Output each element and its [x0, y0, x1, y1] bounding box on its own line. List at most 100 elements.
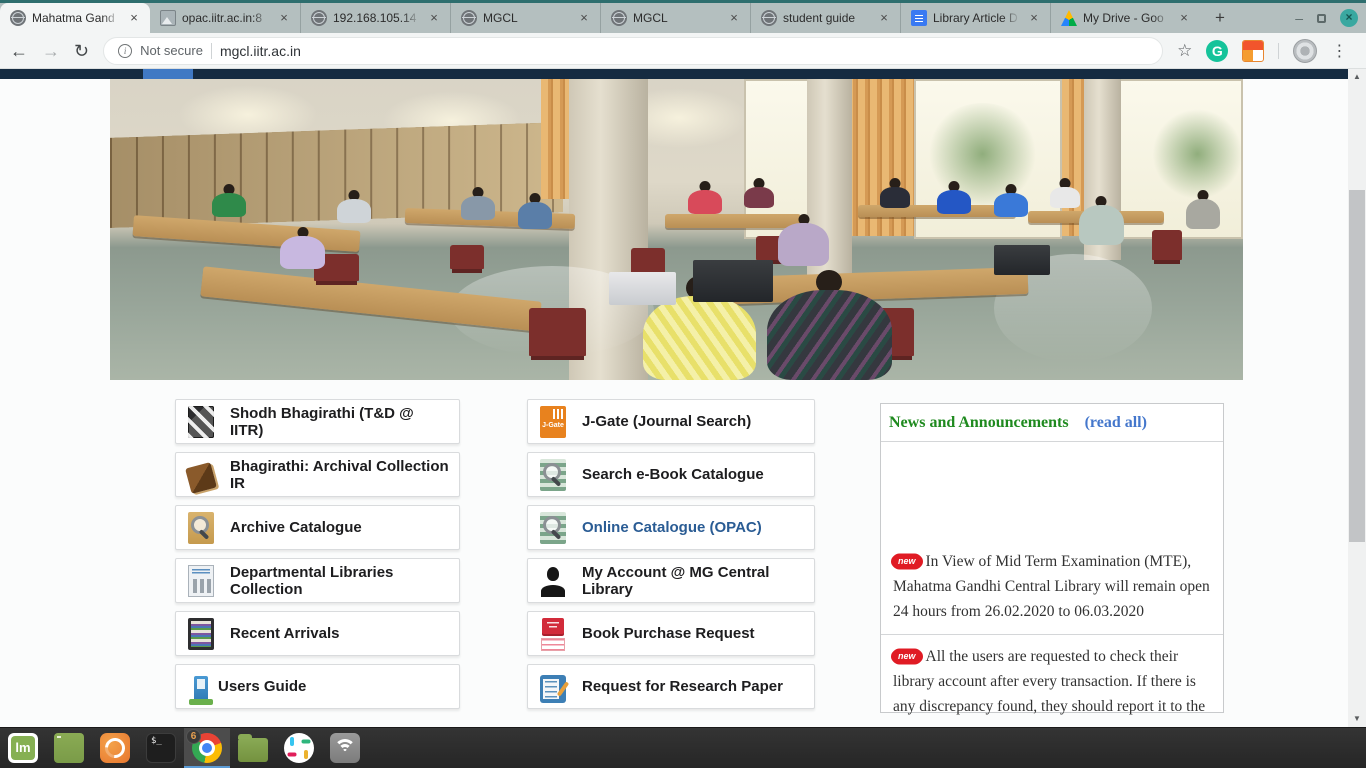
link-archive-catalogue[interactable]: Archive Catalogue [175, 505, 460, 550]
news-panel: News and Announcements (read all) newIn … [880, 403, 1224, 713]
link-label: Archive Catalogue [230, 519, 362, 536]
google-drive-favicon [1061, 10, 1077, 26]
person-figure [280, 236, 325, 269]
library-photo [110, 79, 1243, 380]
tab-close-icon[interactable]: × [276, 10, 292, 26]
bookmark-star-icon[interactable]: ☆ [1177, 41, 1192, 61]
link-ebook-catalogue[interactable]: Search e-Book Catalogue [527, 452, 815, 497]
link-users-guide[interactable]: Users Guide [175, 664, 460, 709]
link-label: Departmental Libraries Collection [230, 564, 449, 598]
guide-standee-icon [194, 676, 208, 702]
laptop [609, 272, 677, 305]
browser-address-bar: ← → ↻ i Not secure mgcl.iitr.ac.in ☆ G ⋮ [0, 33, 1366, 69]
site-info-icon[interactable]: i [118, 44, 132, 58]
taskbar: 6 [0, 727, 1366, 768]
person-figure [880, 187, 909, 208]
tab-title: MGCL [633, 11, 720, 25]
bookshelf-icon [188, 618, 214, 650]
laptop [994, 245, 1051, 275]
link-label: My Account @ MG Central Library [582, 564, 804, 598]
tab-my-drive[interactable]: My Drive - Goo × [1050, 3, 1200, 33]
grammarly-extension-icon[interactable]: G [1206, 40, 1228, 62]
link-label: J-Gate (Journal Search) [582, 413, 751, 430]
reload-button[interactable]: ↻ [74, 42, 89, 60]
link-departmental-libraries[interactable]: Departmental Libraries Collection [175, 558, 460, 603]
person-figure [461, 196, 495, 220]
tab-mgcl-2[interactable]: MGCL × [600, 3, 750, 33]
webpage-viewport: Shodh Bhagirathi (T&D @ IITR) Bhagirathi… [0, 69, 1348, 727]
tab-close-icon[interactable]: × [1026, 10, 1042, 26]
taskbar-launchers: 6 [0, 728, 368, 768]
tab-title: 192.168.105.14 [333, 11, 420, 25]
link-archival-collection[interactable]: Bhagirathi: Archival Collection IR [175, 452, 460, 497]
google-docs-favicon [911, 10, 927, 26]
link-my-account[interactable]: My Account @ MG Central Library [527, 558, 815, 603]
link-book-purchase[interactable]: Book Purchase Request [527, 611, 815, 656]
slack-launcher[interactable] [276, 728, 322, 768]
tab-mahatma-gandhi[interactable]: Mahatma Gand × [0, 3, 150, 33]
link-opac[interactable]: Online Catalogue (OPAC) [527, 505, 815, 550]
person-figure [688, 190, 722, 214]
firefox-launcher[interactable] [92, 728, 138, 768]
tab-mgcl-1[interactable]: MGCL × [450, 3, 600, 33]
tab-ip-address[interactable]: 192.168.105.14 × [300, 3, 450, 33]
person-figure [1186, 199, 1220, 229]
tab-close-icon[interactable]: × [1176, 10, 1192, 26]
news-spacer [881, 442, 1223, 540]
tab-close-icon[interactable]: × [126, 10, 142, 26]
read-all-link[interactable]: (read all) [1085, 414, 1147, 432]
file-manager-launcher[interactable] [230, 728, 276, 768]
profile-avatar[interactable] [1293, 39, 1317, 63]
chair [529, 308, 586, 356]
tab-close-icon[interactable]: × [576, 10, 592, 26]
person-figure [778, 223, 829, 265]
window-controls: – × [1295, 9, 1358, 27]
link-recent-arrivals[interactable]: Recent Arrivals [175, 611, 460, 656]
mint-menu-button[interactable] [0, 728, 46, 768]
news-header: News and Announcements (read all) [881, 404, 1223, 442]
department-building-icon [188, 565, 214, 597]
scroll-down-arrow[interactable]: ▼ [1348, 711, 1366, 727]
tab-student-guide[interactable]: student guide × [750, 3, 900, 33]
link-label: Bhagirathi: Archival Collection IR [230, 458, 449, 492]
scrollbar-thumb[interactable] [1349, 190, 1365, 542]
link-research-paper[interactable]: Request for Research Paper [527, 664, 815, 709]
orange-extension-icon[interactable] [1242, 40, 1264, 62]
person-silhouette-icon [540, 565, 566, 597]
chrome-window-button[interactable]: 6 [184, 728, 230, 768]
person-figure [1079, 205, 1124, 244]
link-jgate[interactable]: J-Gate J-Gate (Journal Search) [527, 399, 815, 444]
url-text[interactable]: mgcl.iitr.ac.in [220, 43, 301, 59]
chrome-menu-icon[interactable]: ⋮ [1331, 41, 1347, 61]
tab-close-icon[interactable]: × [726, 10, 742, 26]
site-nav-active-item[interactable] [143, 69, 193, 79]
close-window-button[interactable]: × [1340, 9, 1358, 27]
person-figure [937, 190, 971, 214]
tab-library-article[interactable]: Library Article D × [900, 3, 1050, 33]
news-text: All the users are requested to check the… [893, 648, 1205, 715]
minimize-button[interactable]: – [1295, 9, 1303, 27]
archival-book-icon [185, 462, 217, 494]
globe-favicon [311, 10, 327, 26]
link-label: Online Catalogue (OPAC) [582, 519, 762, 536]
back-button[interactable]: ← [10, 42, 28, 60]
forward-button[interactable]: → [42, 42, 60, 60]
tab-close-icon[interactable]: × [876, 10, 892, 26]
new-tab-button[interactable]: + [1206, 5, 1234, 33]
page-scrollbar[interactable]: ▲ ▼ [1348, 69, 1366, 727]
link-shodh-bhagirathi[interactable]: Shodh Bhagirathi (T&D @ IITR) [175, 399, 460, 444]
network-tool-launcher[interactable] [322, 728, 368, 768]
terminal-launcher[interactable] [138, 728, 184, 768]
show-desktop-button[interactable] [46, 728, 92, 768]
restore-button[interactable] [1317, 14, 1326, 23]
link-label: Search e-Book Catalogue [582, 466, 764, 483]
globe-favicon [761, 10, 777, 26]
tab-opac[interactable]: opac.iitr.ac.in:8 × [150, 3, 300, 33]
toolbar-right: ☆ G ⋮ [1177, 39, 1347, 63]
tab-close-icon[interactable]: × [426, 10, 442, 26]
url-omnibox[interactable]: i Not secure mgcl.iitr.ac.in [103, 37, 1163, 65]
scroll-up-arrow[interactable]: ▲ [1348, 69, 1366, 85]
tab-title: student guide [783, 11, 870, 25]
news-item: newAll the users are requested to check … [881, 634, 1223, 727]
mint-logo-icon [8, 733, 38, 763]
